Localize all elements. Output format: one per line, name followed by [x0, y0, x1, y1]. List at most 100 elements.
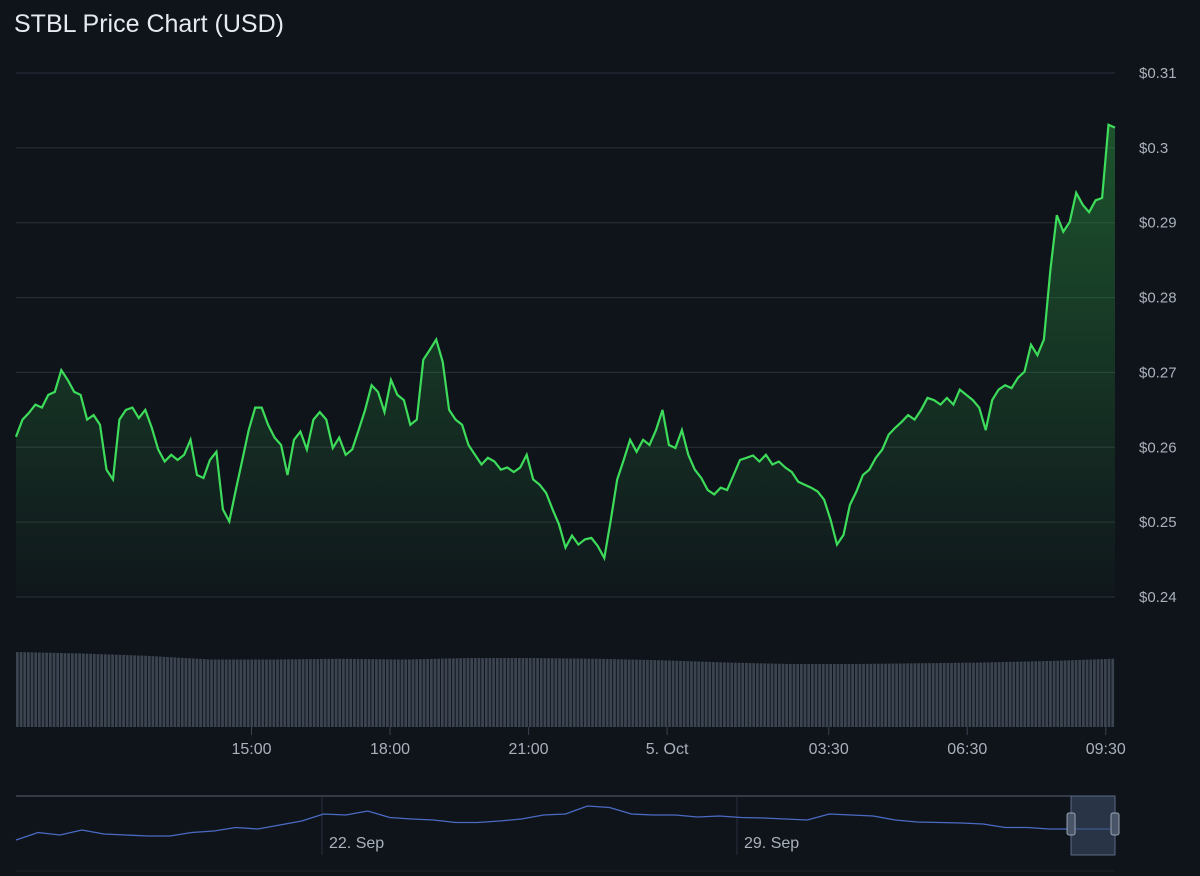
volume-bar — [1085, 659, 1089, 727]
y-tick-label: $0.3 — [1139, 140, 1168, 157]
volume-bar — [994, 662, 997, 727]
volume-bar — [1049, 660, 1052, 727]
volume-bar — [1038, 661, 1041, 727]
navigator-handle-right[interactable] — [1110, 812, 1120, 836]
volume-bar — [56, 652, 60, 727]
volume-bar — [506, 658, 510, 727]
volume-bar — [1082, 659, 1085, 727]
volume-bar — [191, 658, 195, 727]
volume-bar — [594, 658, 598, 727]
volume-bar — [715, 662, 719, 727]
volume-bar — [232, 659, 235, 727]
volume-bar — [23, 652, 27, 727]
volume-bar — [939, 663, 942, 727]
volume-bar — [81, 653, 85, 727]
volume-bar — [964, 662, 968, 727]
volume-bar — [734, 662, 737, 727]
volume-bar — [298, 659, 301, 727]
volume-bar — [129, 655, 133, 727]
volume-bars — [16, 652, 1115, 727]
volume-bar — [1063, 660, 1067, 727]
volume-bar — [631, 659, 635, 727]
x-tick-label: 03:30 — [809, 741, 849, 758]
volume-bar — [880, 663, 884, 727]
volume-bar — [217, 659, 221, 727]
volume-bar — [1067, 660, 1071, 727]
volume-bar — [503, 658, 506, 727]
volume-bar — [389, 659, 393, 727]
y-axis: $0.31 $0.3 $0.29 $0.28 $0.27 $0.26 $0.25 $0.24 — [1139, 65, 1177, 606]
volume-bar — [755, 663, 759, 727]
volume-bar — [668, 660, 671, 727]
navigator-handle-left[interactable] — [1066, 812, 1076, 836]
volume-bar — [74, 653, 78, 727]
volume-bar — [891, 663, 895, 727]
volume-bar — [1104, 659, 1107, 727]
volume-bar — [1005, 661, 1008, 727]
volume-bar — [884, 663, 887, 727]
volume-bar — [125, 655, 129, 727]
volume-bar — [173, 657, 177, 727]
volume-bar — [1100, 659, 1104, 727]
volume-bar — [213, 659, 217, 727]
volume-bar — [37, 652, 41, 727]
x-tick-label: 15:00 — [231, 741, 271, 758]
navigator[interactable]: 22. Sep 29. Sep — [15, 795, 1120, 872]
volume-bar — [843, 664, 847, 727]
volume-bar — [407, 659, 411, 727]
volume-bar — [272, 659, 276, 727]
volume-bar — [59, 653, 63, 727]
volume-bar — [265, 659, 268, 727]
navigator-selection[interactable] — [1070, 795, 1116, 856]
volume-bar — [829, 664, 833, 727]
x-tick-label: 18:00 — [370, 741, 410, 758]
volume-bar — [492, 658, 495, 727]
volume-bar — [89, 653, 93, 727]
volume-bar — [375, 659, 378, 727]
volume-bar — [180, 657, 184, 727]
y-tick-label: $0.27 — [1139, 364, 1177, 381]
volume-bar — [147, 655, 151, 727]
volume-bar — [576, 658, 580, 727]
volume-bar — [730, 662, 734, 727]
volume-bar — [133, 655, 136, 727]
volume-bar — [942, 662, 946, 727]
volume-bar — [766, 663, 770, 727]
price-chart[interactable]: $0.31$0.3$0.29$0.28$0.27$0.26$0.25$0.24 … — [0, 0, 1200, 876]
volume-bar — [726, 662, 730, 727]
volume-bar — [781, 663, 785, 727]
volume-bar — [928, 663, 931, 727]
volume-bar — [814, 664, 818, 727]
volume-bar — [774, 663, 778, 727]
volume-bar — [550, 658, 554, 727]
volume-bar — [1074, 660, 1078, 727]
volume-bar — [858, 663, 862, 727]
volume-bar — [78, 653, 82, 727]
volume-bar — [598, 658, 602, 727]
volume-bar — [426, 658, 430, 727]
volume-bar — [1041, 661, 1045, 727]
volume-bar — [155, 656, 158, 727]
navigator-series — [15, 805, 1115, 841]
volume-bar — [1078, 659, 1082, 727]
volume-bar — [917, 663, 920, 727]
volume-bar — [488, 658, 492, 727]
volume-bar — [312, 659, 316, 727]
volume-bar — [975, 662, 979, 727]
volume-bar — [613, 659, 616, 727]
volume-bar — [287, 659, 290, 727]
volume-bar — [532, 658, 536, 727]
volume-bar — [616, 659, 620, 727]
y-tick-label: $0.25 — [1139, 514, 1177, 531]
volume-bar — [45, 652, 49, 727]
volume-bar — [836, 664, 840, 727]
volume-bar — [382, 659, 386, 727]
volume-bar — [1089, 659, 1093, 727]
volume-bar — [572, 658, 576, 727]
volume-bar — [367, 659, 371, 727]
volume-bar — [752, 663, 756, 727]
volume-bar — [682, 661, 686, 727]
y-tick-label: $0.24 — [1139, 589, 1177, 606]
volume-bar — [473, 658, 477, 727]
volume-bar — [224, 659, 228, 727]
